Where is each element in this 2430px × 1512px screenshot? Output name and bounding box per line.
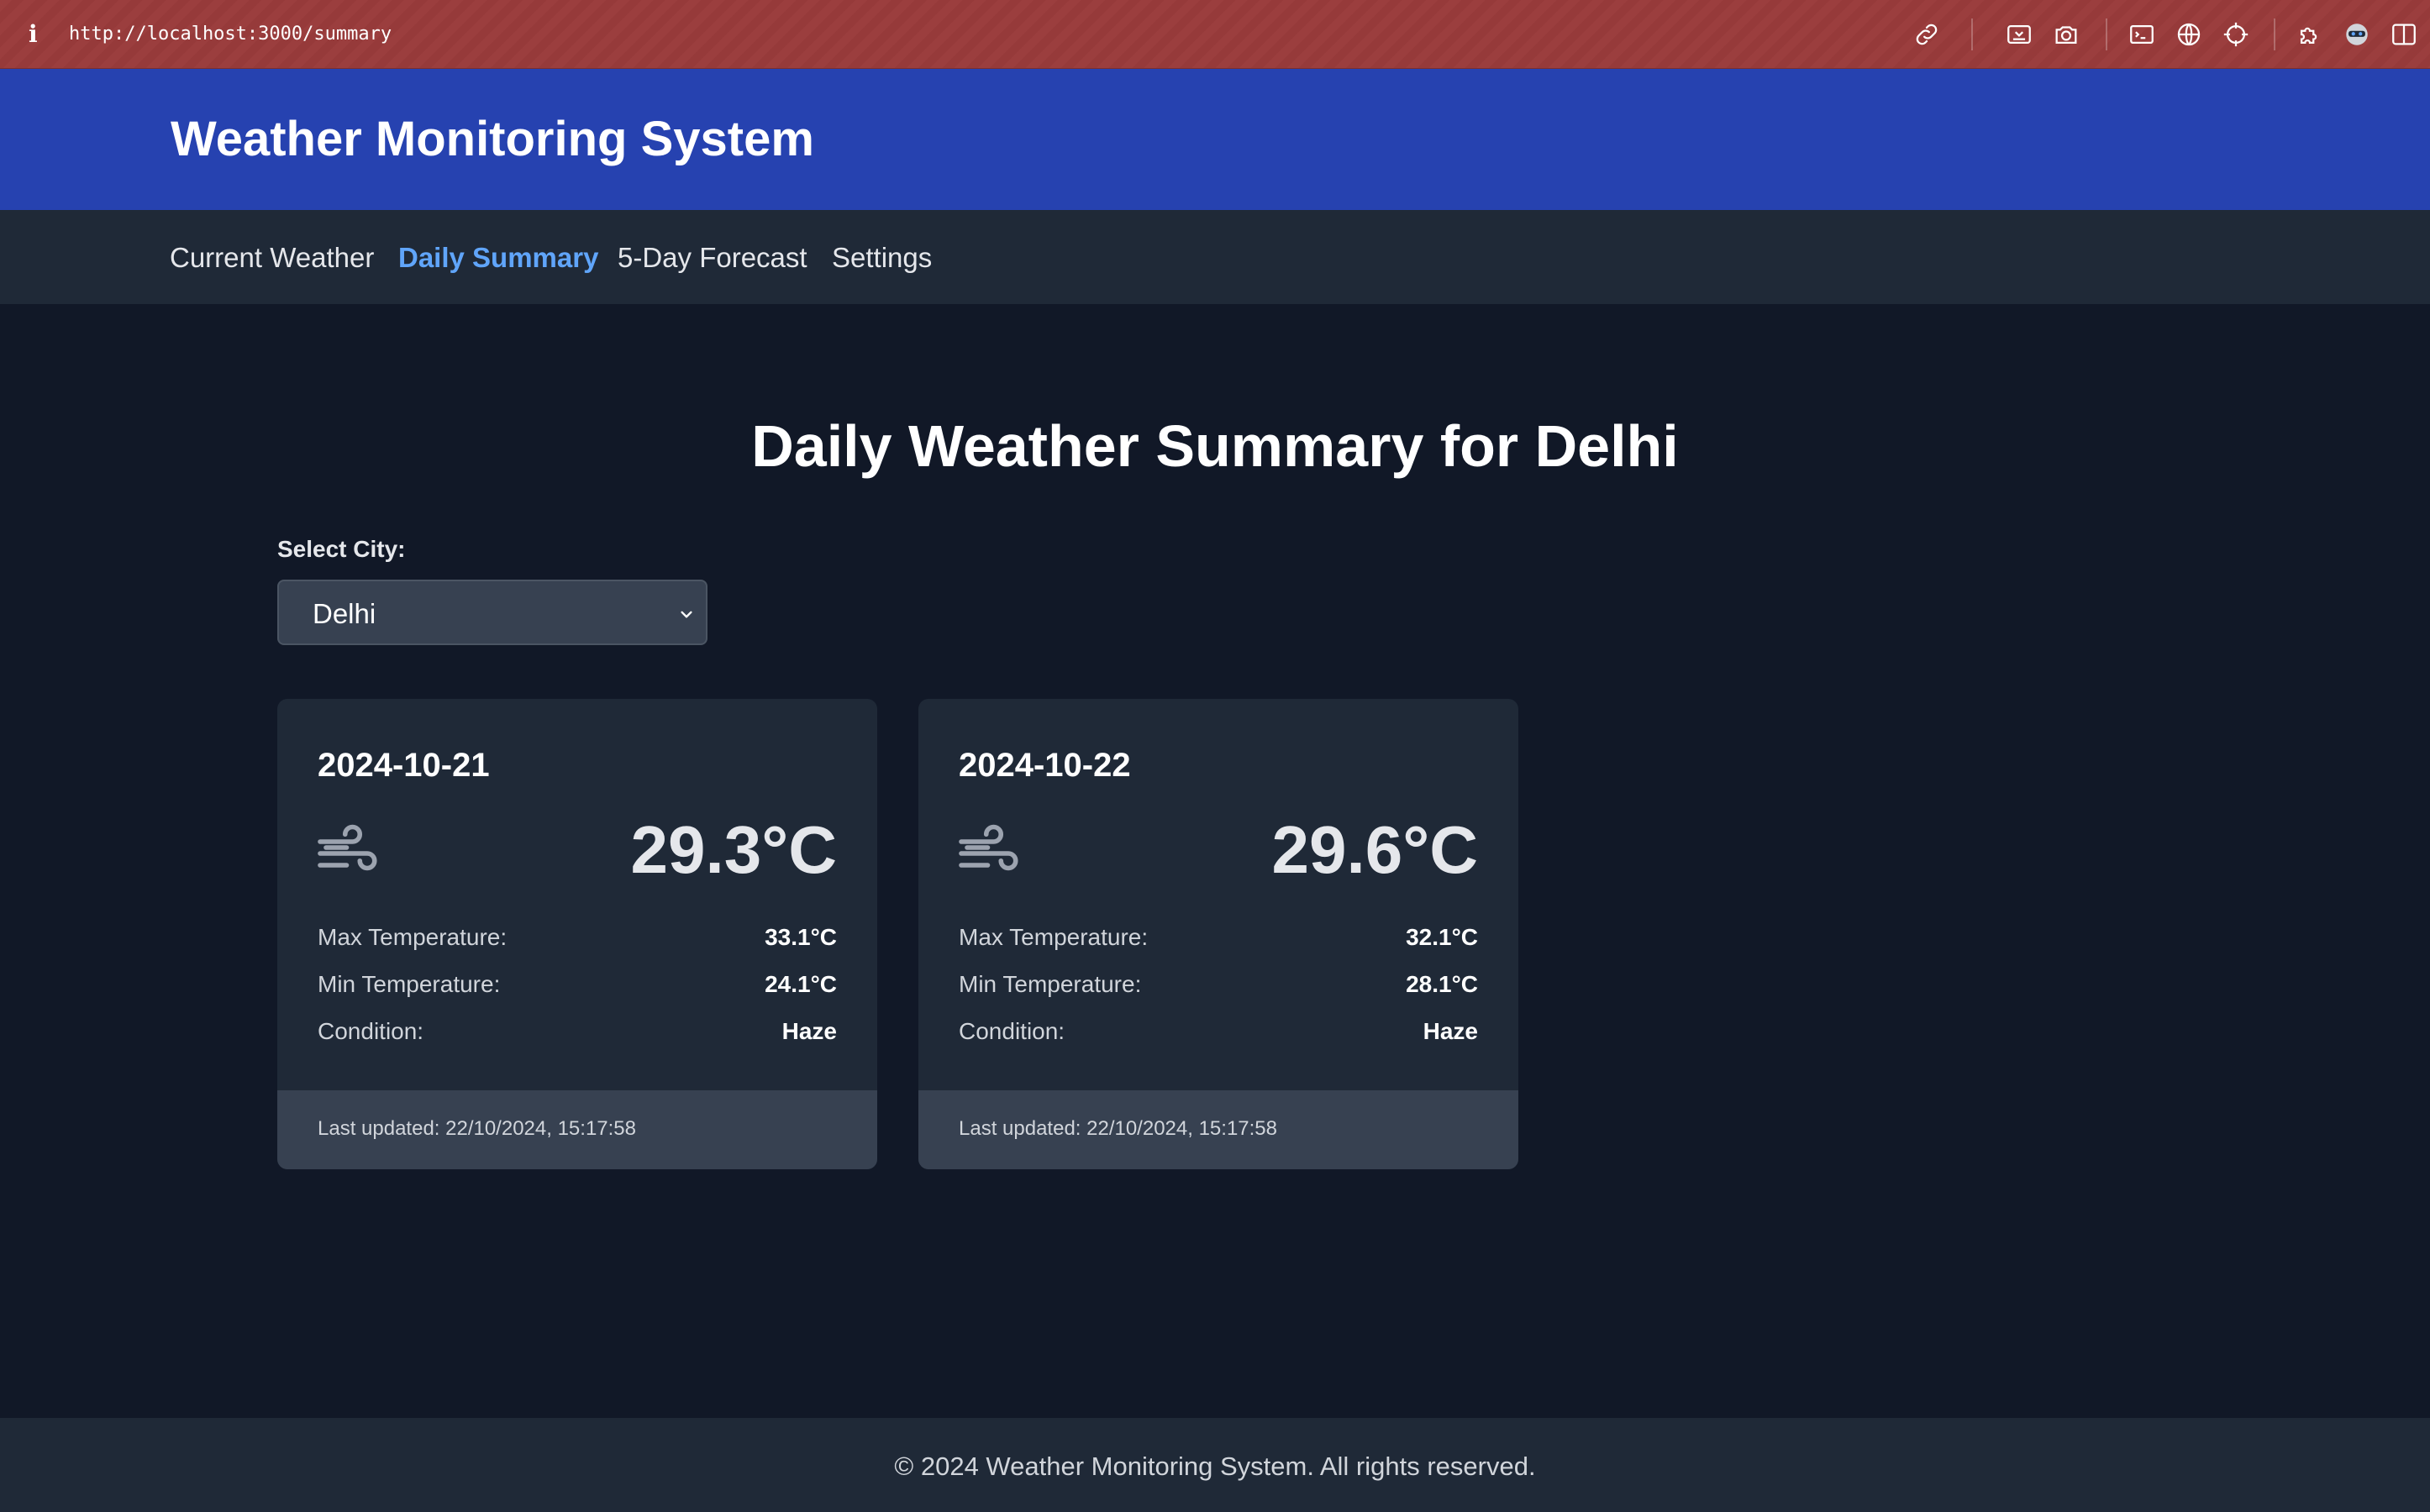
city-select-value: Delhi — [313, 598, 376, 629]
card-footer: Last updated: 22/10/2024, 15:17:58 — [918, 1090, 1518, 1169]
nav-current-weather[interactable]: Current Weather — [170, 240, 374, 276]
main-nav: Current Weather Daily Summary 5-Day Fore… — [0, 210, 2430, 304]
city-select-label: Select City: — [277, 536, 406, 562]
card-date: 2024-10-21 — [318, 747, 490, 784]
card-temperature: 29.6°C — [1271, 812, 1478, 887]
sidebar-icon[interactable] — [2390, 20, 2418, 49]
app-title[interactable]: Weather Monitoring System — [171, 109, 814, 170]
min-temp-value: 28.1°C — [1406, 971, 1478, 997]
max-temp-label: Max Temperature: — [959, 924, 1149, 950]
nav-daily-summary[interactable]: Daily Summary — [398, 240, 598, 276]
weather-card: 2024-10-22 29.6°C Max Temperature: 32.1°… — [918, 699, 1518, 1169]
camera-icon[interactable] — [2052, 20, 2080, 49]
last-updated-text: Last updated: 22/10/2024, 15:17:58 — [959, 1117, 1277, 1140]
last-updated-text: Last updated: 22/10/2024, 15:17:58 — [318, 1117, 636, 1140]
card-temperature: 29.3°C — [630, 812, 837, 887]
max-temp-value: 33.1°C — [765, 924, 837, 950]
screenshot-area-icon[interactable] — [2005, 20, 2033, 49]
min-temp-value: 24.1°C — [765, 971, 837, 997]
city-select[interactable]: Delhi — [277, 580, 707, 645]
toolbar-divider — [2274, 18, 2275, 50]
min-temp-label: Min Temperature: — [318, 971, 501, 997]
card-date: 2024-10-22 — [959, 747, 1131, 784]
profile-icon[interactable] — [2343, 20, 2371, 49]
crosshair-icon[interactable] — [2222, 20, 2250, 49]
info-icon[interactable]: i — [29, 20, 45, 49]
toolbar-divider — [1971, 18, 1973, 50]
wind-icon — [318, 824, 377, 871]
condition-value: Haze — [781, 1018, 837, 1044]
address-bar[interactable]: http://localhost:3000/summary — [69, 22, 392, 47]
app-header: Weather Monitoring System — [0, 69, 2430, 210]
weather-card: 2024-10-21 29.3°C Max Temperature: 33.1°… — [277, 699, 877, 1169]
terminal-icon[interactable] — [2128, 20, 2156, 49]
copyright-text: © 2024 Weather Monitoring System. All ri… — [894, 1452, 1536, 1481]
extensions-icon[interactable] — [2296, 20, 2324, 49]
globe-icon[interactable] — [2175, 20, 2203, 49]
min-temp-label: Min Temperature: — [959, 971, 1142, 997]
nav-settings[interactable]: Settings — [832, 240, 932, 276]
page-footer: © 2024 Weather Monitoring System. All ri… — [0, 1418, 2430, 1512]
nav-5-day-forecast[interactable]: 5-Day Forecast — [618, 240, 807, 276]
condition-value: Haze — [1423, 1018, 1478, 1044]
toolbar-divider — [2106, 18, 2107, 50]
wind-icon — [959, 824, 1018, 871]
page-title: Daily Weather Summary for Delhi — [751, 413, 1679, 479]
max-temp-label: Max Temperature: — [318, 924, 508, 950]
condition-label: Condition: — [959, 1018, 1065, 1044]
browser-toolbar: i http://localhost:3000/summary — [0, 0, 2430, 69]
max-temp-value: 32.1°C — [1406, 924, 1478, 950]
condition-label: Condition: — [318, 1018, 424, 1044]
card-footer: Last updated: 22/10/2024, 15:17:58 — [277, 1090, 877, 1169]
link-icon[interactable] — [1912, 20, 1941, 49]
chevron-down-icon — [681, 611, 692, 618]
